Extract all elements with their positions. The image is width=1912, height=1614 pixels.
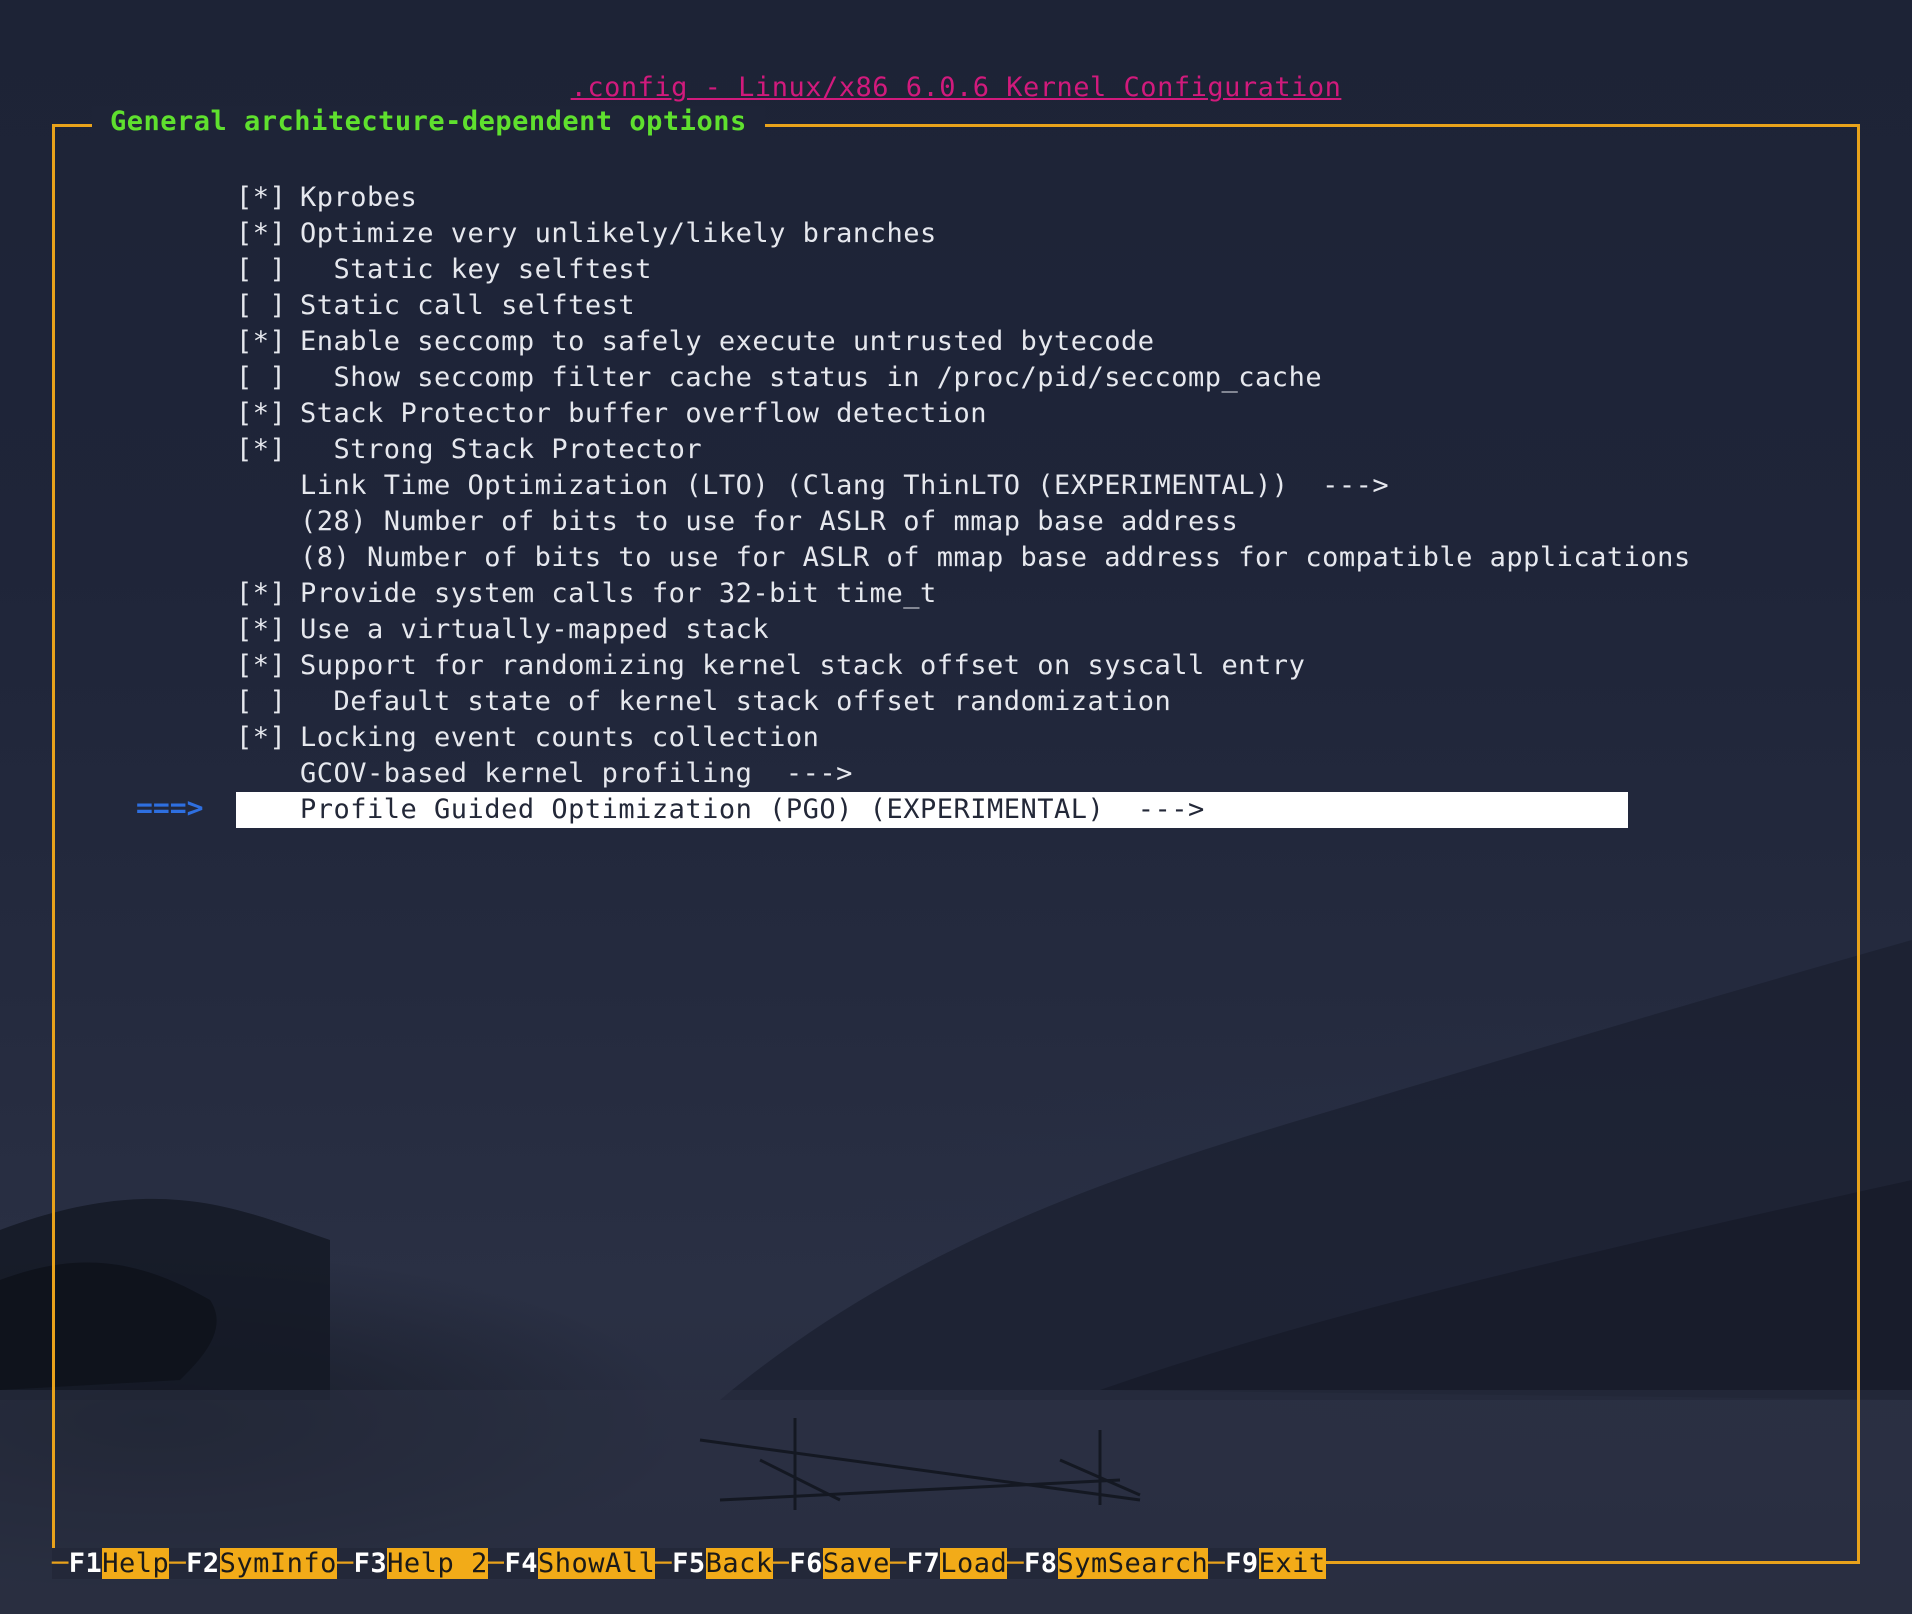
- menu-item-label: Optimize very unlikely/likely branches: [300, 218, 937, 249]
- menu-item-optimize-branches[interactable]: [*] Optimize very unlikely/likely branche…: [236, 216, 1628, 252]
- menu-item-default-stack-offset[interactable]: [ ] Default state of kernel stack offset…: [236, 684, 1628, 720]
- menu-item-kprobes[interactable]: [*] Kprobes: [236, 180, 1628, 216]
- menu-item-label: Link Time Optimization (LTO) (Clang Thin…: [300, 470, 1390, 501]
- checkbox[interactable]: [*]: [236, 396, 300, 432]
- menu-title: General architecture-dependent options: [92, 106, 765, 137]
- menu-item-enable-seccomp[interactable]: [*] Enable seccomp to safely execute untr…: [236, 324, 1628, 360]
- menu-item-lto[interactable]: Link Time Optimization (LTO) (Clang Thin…: [236, 468, 1628, 504]
- fkey-help[interactable]: F1Help: [68, 1548, 170, 1579]
- menu-item-randomize-stack-offset[interactable]: [*] Support for randomizing kernel stack …: [236, 648, 1628, 684]
- menu-item-static-key-selftest[interactable]: [ ] Static key selftest: [236, 252, 1628, 288]
- menu-item-label: Strong Stack Protector: [300, 434, 703, 465]
- checkbox[interactable]: [ ]: [236, 288, 300, 324]
- menu-item-gcov[interactable]: GCOV-based kernel profiling --->: [236, 756, 1628, 792]
- menu-item-label: Default state of kernel stack offset ran…: [300, 686, 1172, 717]
- fkey-exit[interactable]: F9Exit: [1225, 1548, 1326, 1579]
- menu-item-stack-protector[interactable]: [*] Stack Protector buffer overflow detec…: [236, 396, 1628, 432]
- menu-item-lock-event-counts[interactable]: [*] Locking event counts collection: [236, 720, 1628, 756]
- checkbox[interactable]: [ ]: [236, 360, 300, 396]
- selection-cursor-arrow: ===>: [136, 791, 204, 824]
- menu-item-pgo-selected[interactable]: Profile Guided Optimization (PGO) (EXPER…: [236, 792, 1628, 828]
- menu-item-32bit-time-t[interactable]: [*] Provide system calls for 32-bit time_…: [236, 576, 1628, 612]
- fkey-syminfo[interactable]: F2SymInfo: [186, 1548, 337, 1579]
- menu-item-label: (28) Number of bits to use for ASLR of m…: [300, 506, 1239, 537]
- menu-item-aslr-mmap-compat-bits[interactable]: (8) Number of bits to use for ASLR of mm…: [236, 540, 1690, 576]
- fkey-symsearch[interactable]: F8SymSearch: [1024, 1548, 1209, 1579]
- menu-item-label: Support for randomizing kernel stack off…: [300, 650, 1306, 681]
- menu-item-vmap-stack[interactable]: [*] Use a virtually-mapped stack: [236, 612, 1628, 648]
- menu-item-label: Stack Protector buffer overflow detectio…: [300, 398, 987, 429]
- menu-item-label: Kprobes: [300, 182, 418, 213]
- menu-item-label: Show seccomp filter cache status in /pro…: [300, 362, 1323, 393]
- options-menu: [*] Kprobes [*] Optimize very unlikely/lik…: [236, 180, 1690, 828]
- menu-item-label: Use a virtually-mapped stack: [300, 614, 770, 645]
- menu-item-label: Static key selftest: [300, 254, 652, 285]
- checkbox[interactable]: [*]: [236, 432, 300, 468]
- window-title: .config - Linux/x86 6.0.6 Kernel Configu…: [570, 72, 1342, 103]
- menu-item-label: (8) Number of bits to use for ASLR of mm…: [300, 542, 1691, 573]
- checkbox[interactable]: [*]: [236, 180, 300, 216]
- menu-item-label: Static call selftest: [300, 290, 636, 321]
- checkbox[interactable]: [*]: [236, 720, 300, 756]
- checkbox[interactable]: [*]: [236, 216, 300, 252]
- menu-item-label: Enable seccomp to safely execute untrust…: [300, 326, 1155, 357]
- menu-item-strong-stack-protector[interactable]: [*] Strong Stack Protector: [236, 432, 1628, 468]
- fkey-showall[interactable]: F4ShowAll: [504, 1548, 656, 1579]
- menu-item-label: GCOV-based kernel profiling --->: [300, 758, 853, 789]
- menu-item-label: Profile Guided Optimization (PGO) (EXPER…: [300, 794, 1205, 825]
- fkey-save[interactable]: F6Save: [789, 1548, 890, 1579]
- menu-item-aslr-mmap-bits[interactable]: (28) Number of bits to use for ASLR of m…: [236, 504, 1628, 540]
- menu-item-label: Locking event counts collection: [300, 722, 820, 753]
- checkbox[interactable]: [*]: [236, 324, 300, 360]
- menu-item-label: Provide system calls for 32-bit time_t: [300, 578, 937, 609]
- checkbox[interactable]: [ ]: [236, 252, 300, 288]
- fkey-back[interactable]: F5Back: [672, 1548, 773, 1579]
- function-key-bar: ─F1Help─F2SymInfo─F3Help 2─F4ShowAll─F5B…: [52, 1548, 1326, 1579]
- fkey-load[interactable]: F7Load: [906, 1548, 1008, 1579]
- checkbox[interactable]: [*]: [236, 648, 300, 684]
- fkey-help2[interactable]: F3Help 2: [353, 1548, 488, 1579]
- checkbox[interactable]: [ ]: [236, 684, 300, 720]
- menu-item-seccomp-cache[interactable]: [ ] Show seccomp filter cache status in …: [236, 360, 1628, 396]
- menu-item-static-call-selftest[interactable]: [ ] Static call selftest: [236, 288, 1628, 324]
- checkbox[interactable]: [*]: [236, 576, 300, 612]
- checkbox[interactable]: [*]: [236, 612, 300, 648]
